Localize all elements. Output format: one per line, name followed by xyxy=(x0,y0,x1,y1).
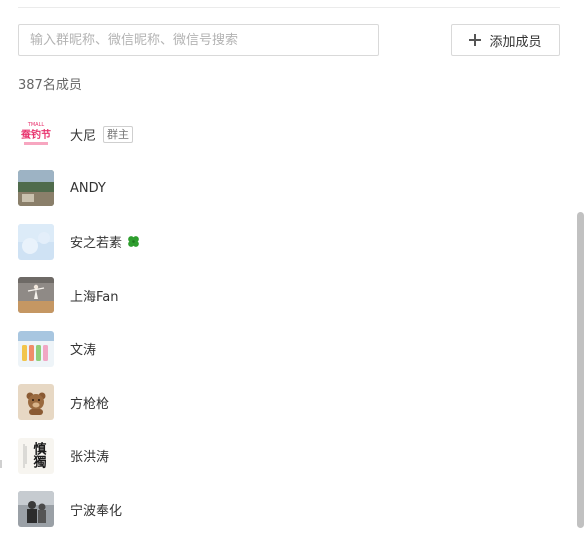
member-count: 387名成员 xyxy=(18,78,82,93)
scrollbar-thumb[interactable] xyxy=(577,212,584,528)
member-name: 大尼 群主 xyxy=(70,125,134,145)
teddy-bear-avatar xyxy=(18,384,54,421)
member-name: 文涛 xyxy=(70,339,96,358)
member-name-text: 方枪枪 xyxy=(70,396,110,412)
member-name-text: 大尼 xyxy=(70,129,97,145)
member-name: 上海Fan xyxy=(70,286,119,305)
member-name: 张洪涛 xyxy=(70,446,109,465)
member-name-text: 文涛 xyxy=(70,343,97,359)
member-row[interactable]: 慎獨 张洪涛 xyxy=(0,429,575,483)
member-name-text: 张洪涛 xyxy=(70,450,110,466)
add-member-label: 添加成员 xyxy=(489,34,542,50)
tmall-main-text: 蚕钓节 xyxy=(20,128,51,141)
member-name-text: 宁波奉化 xyxy=(70,503,123,519)
member-search-input[interactable] xyxy=(18,24,379,56)
dancer-avatar xyxy=(18,277,54,314)
plus-icon xyxy=(469,34,482,46)
member-row[interactable]: 方枪枪 xyxy=(0,376,575,430)
member-name: 宁波奉化 xyxy=(70,500,122,519)
add-member-button[interactable]: 添加成员 xyxy=(451,24,560,56)
tmall-logo-avatar: TMALL 蚕钓节 xyxy=(18,116,54,153)
calligraphy-avatar: 慎獨 xyxy=(18,437,54,474)
group-members-panel: 添加成员 387名成员 TMALL 蚕钓节 大尼 群主 xyxy=(0,0,588,540)
member-row[interactable]: 宁波奉化 xyxy=(0,483,575,537)
member-name: 方枪枪 xyxy=(70,393,109,412)
member-name: ANDY xyxy=(70,181,106,196)
member-name: 安之若素 xyxy=(70,232,141,251)
member-row[interactable]: ANDY xyxy=(0,162,575,216)
bottles-avatar xyxy=(18,330,54,367)
member-row[interactable]: 文涛 xyxy=(0,322,575,376)
photo-avatar xyxy=(18,170,54,207)
member-row[interactable]: 上海Fan xyxy=(0,269,575,323)
member-name-text: ANDY xyxy=(70,180,106,196)
member-name-text: 安之若素 xyxy=(70,236,123,252)
person-avatar xyxy=(18,491,54,528)
member-list: TMALL 蚕钓节 大尼 群主 ANDY 安之若素 上海Fan 文涛 方枪枪 慎… xyxy=(0,108,575,536)
top-divider xyxy=(18,7,560,8)
sky-avatar xyxy=(18,223,54,260)
clover-icon xyxy=(126,234,141,249)
member-row[interactable]: 安之若素 xyxy=(0,215,575,269)
member-row[interactable]: TMALL 蚕钓节 大尼 群主 xyxy=(0,108,575,162)
tmall-brand-text: TMALL xyxy=(27,122,45,128)
owner-badge: 群主 xyxy=(103,126,134,144)
calligraphy-text: 慎獨 xyxy=(31,441,48,469)
edge-mark xyxy=(0,460,2,468)
member-name-text: 上海Fan xyxy=(70,289,119,305)
